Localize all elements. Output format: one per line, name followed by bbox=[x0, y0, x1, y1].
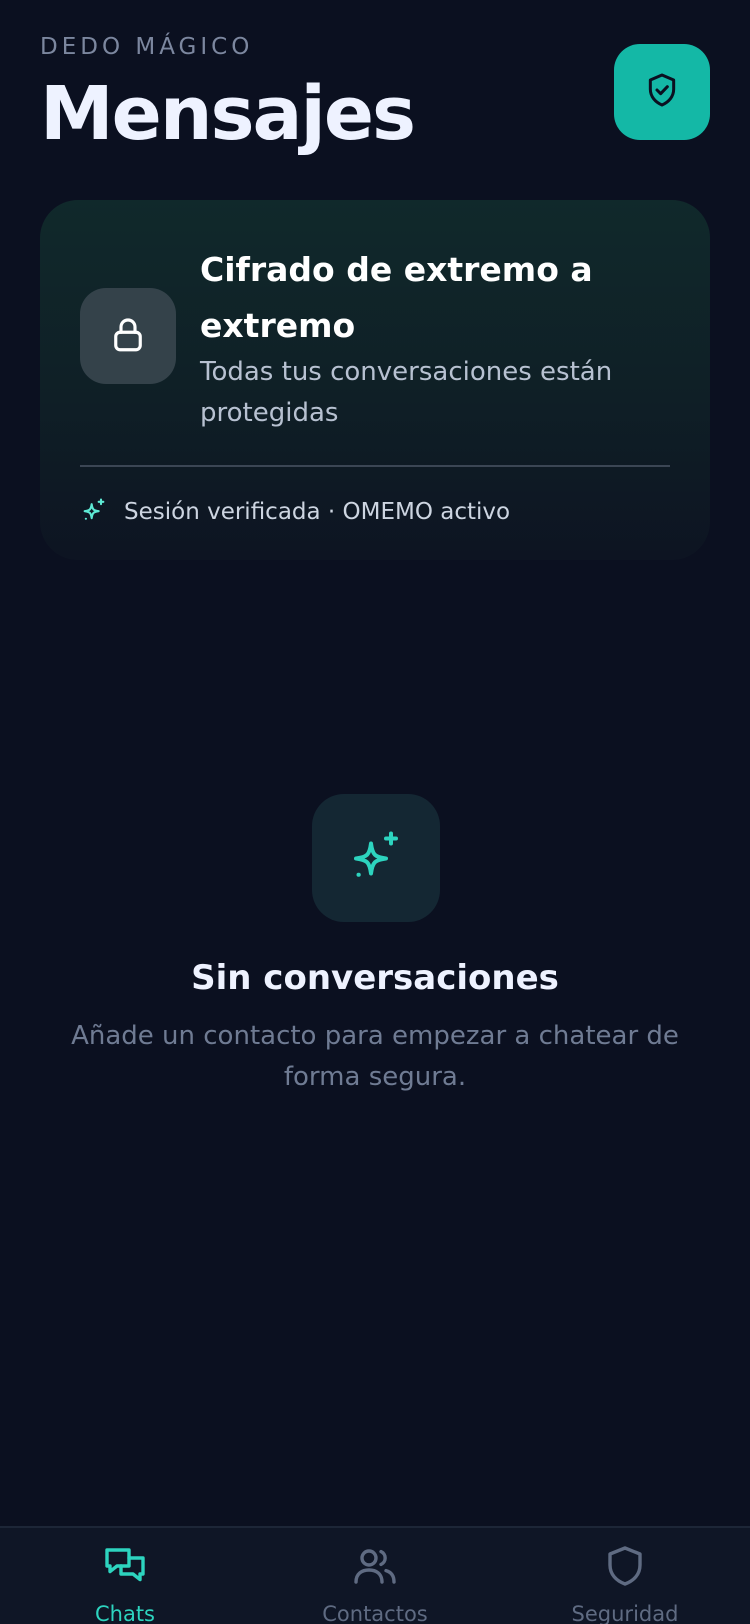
encryption-card: Cifrado de extremo a extremo Todas tus c… bbox=[40, 200, 710, 560]
empty-state-subtitle: Añade un contacto para empezar a chatear… bbox=[71, 1021, 679, 1092]
sparkles-icon bbox=[80, 496, 108, 528]
card-divider bbox=[80, 465, 670, 467]
empty-state-icon-tile bbox=[312, 794, 440, 922]
users-icon bbox=[351, 1542, 399, 1594]
tab-seguridad[interactable]: Seguridad bbox=[525, 1542, 725, 1624]
encryption-card-subtitle: Todas tus conversaciones están protegida… bbox=[200, 357, 613, 428]
encryption-card-title: Cifrado de extremo a extremo bbox=[200, 250, 593, 345]
tab-contactos[interactable]: Contactos bbox=[275, 1542, 475, 1624]
session-status-text: Sesión verificada · OMEMO activo bbox=[124, 499, 511, 525]
app-overline: DEDO MÁGICO bbox=[40, 34, 254, 60]
session-status: Sesión verificada · OMEMO activo bbox=[80, 496, 510, 528]
messages-screen: DEDO MÁGICO Mensajes Cifrado de extremo … bbox=[0, 0, 750, 1624]
shield-icon bbox=[601, 1542, 649, 1594]
shield-check-icon bbox=[642, 70, 682, 114]
tab-chats[interactable]: Chats bbox=[25, 1542, 225, 1624]
chat-bubbles-icon bbox=[101, 1542, 149, 1594]
tab-contactos-label: Contactos bbox=[322, 1602, 428, 1624]
tab-chats-label: Chats bbox=[94, 1602, 156, 1624]
lock-icon-tile bbox=[80, 288, 176, 384]
lock-icon bbox=[107, 313, 149, 359]
empty-state-title: Sin conversaciones bbox=[191, 958, 559, 998]
page-title: Mensajes bbox=[40, 71, 416, 157]
tab-seguridad-label: Seguridad bbox=[571, 1602, 679, 1624]
bottom-tab-bar: Chats Contactos Seguridad bbox=[0, 1526, 750, 1624]
sparkles-icon bbox=[346, 826, 406, 890]
security-status-button[interactable] bbox=[614, 44, 710, 140]
